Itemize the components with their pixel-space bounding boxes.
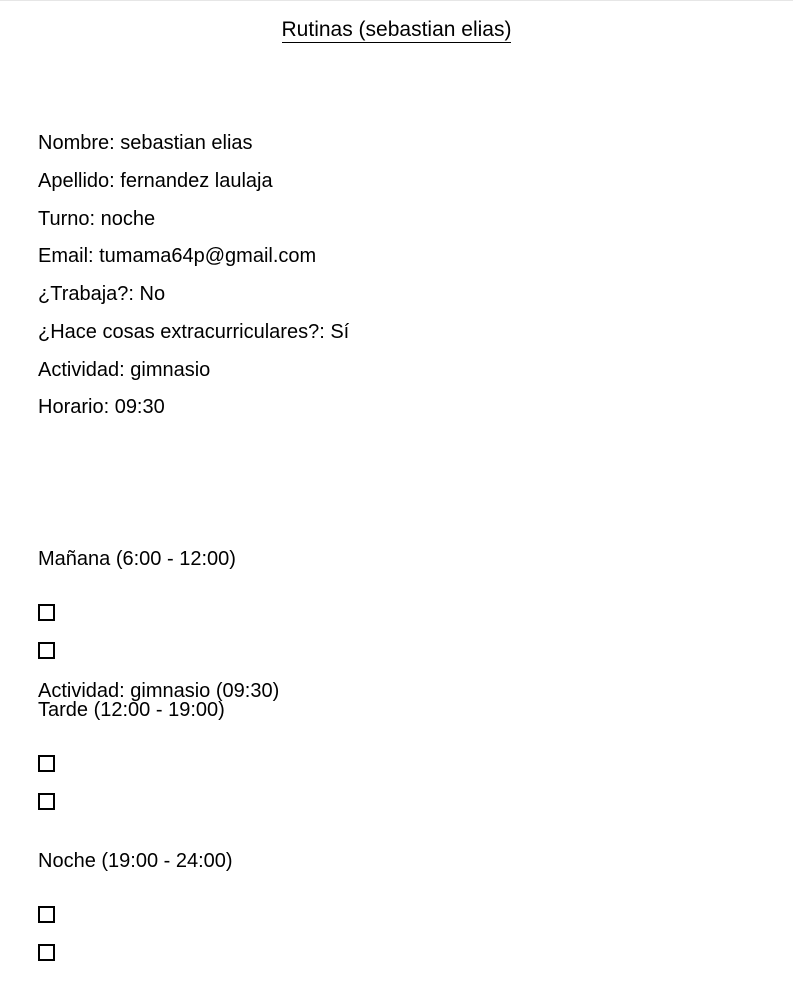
field-email: Email: tumama64p@gmail.com <box>38 245 317 267</box>
morning-checkbox-2[interactable] <box>38 642 55 659</box>
field-turno: Turno: noche <box>38 208 156 230</box>
field-apellido: Apellido: fernandez laulaja <box>38 170 273 192</box>
page-top-border <box>0 0 793 1</box>
night-checkbox-2[interactable] <box>38 944 55 961</box>
field-nombre: Nombre: sebastian elias <box>38 132 253 154</box>
section-night-heading: Noche (19:00 - 24:00) <box>38 850 233 872</box>
page-title: Rutinas (sebastian elias) <box>0 17 793 43</box>
section-afternoon-heading: Tarde (12:00 - 19:00) <box>38 699 225 721</box>
field-actividad: Actividad: gimnasio <box>38 359 211 381</box>
night-checkbox-1[interactable] <box>38 906 55 923</box>
field-extracurriculares: ¿Hace cosas extracurriculares?: Sí <box>38 321 350 343</box>
afternoon-checkbox-2[interactable] <box>38 793 55 810</box>
morning-checkbox-1[interactable] <box>38 604 55 621</box>
field-horario: Horario: 09:30 <box>38 396 165 418</box>
field-trabaja: ¿Trabaja?: No <box>38 283 166 305</box>
afternoon-checkbox-1[interactable] <box>38 755 55 772</box>
section-morning-heading: Mañana (6:00 - 12:00) <box>38 548 236 570</box>
page-title-text: Rutinas (sebastian elias) <box>281 18 512 43</box>
